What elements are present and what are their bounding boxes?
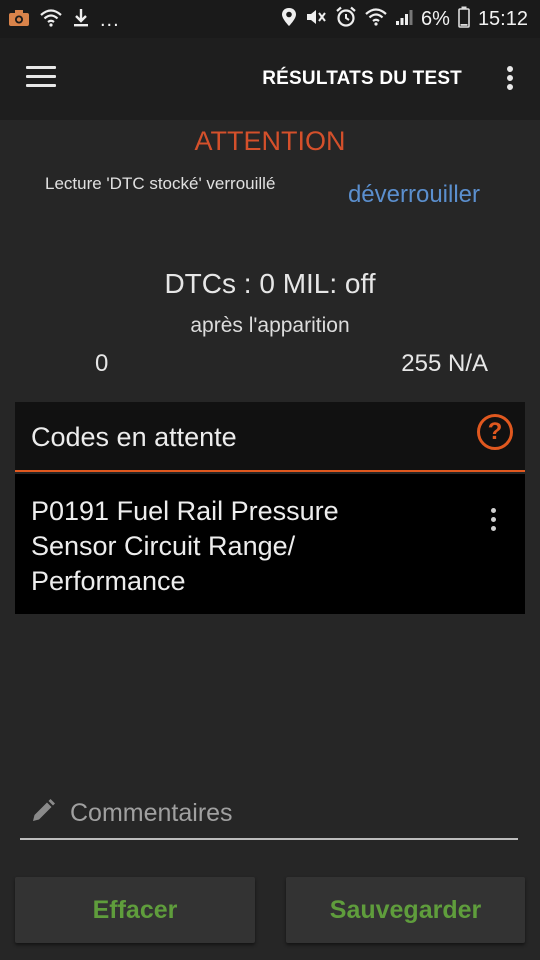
lock-message: Lecture 'DTC stocké' verrouillé <box>45 174 276 193</box>
wifi-icon <box>365 8 387 31</box>
battery-icon <box>458 6 470 33</box>
comment-field <box>20 792 518 840</box>
clock: 15:12 <box>477 8 528 30</box>
comment-input[interactable] <box>68 792 512 834</box>
unlock-link[interactable]: déverrouiller <box>348 181 480 209</box>
more-vertical-icon[interactable] <box>506 66 514 94</box>
list-item[interactable]: P0191 Fuel Rail Pressure Sensor Circuit … <box>15 474 525 614</box>
status-bar: ... 6% 15:12 <box>0 0 540 38</box>
alarm-icon <box>335 6 357 33</box>
signal-icon <box>395 8 413 31</box>
save-button[interactable]: Sauvegarder <box>286 877 525 943</box>
page-title: RÉSULTATS DU TEST <box>262 68 462 89</box>
clear-button[interactable]: Effacer <box>15 877 255 943</box>
dtc-code-description: P0191 Fuel Rail Pressure Sensor Circuit … <box>31 496 339 596</box>
more-notifications-indicator: ... <box>100 9 120 31</box>
status-left: ... <box>8 8 120 33</box>
pending-codes-header: Codes en attente ? <box>15 402 525 472</box>
attention-heading: ATTENTION <box>194 126 346 156</box>
help-icon[interactable]: ? <box>477 414 513 450</box>
mute-icon <box>305 7 327 32</box>
app-bar: RÉSULTATS DU TEST <box>0 38 540 120</box>
download-icon <box>72 8 90 33</box>
after-appearance-value-right: 255 N/A <box>401 350 488 377</box>
after-appearance-value-left: 0 <box>95 350 109 377</box>
camera-icon <box>8 9 30 32</box>
hamburger-menu-icon[interactable] <box>26 66 56 90</box>
more-vertical-icon[interactable] <box>491 508 497 535</box>
status-right: 6% 15:12 <box>281 6 528 33</box>
pending-codes-title: Codes en attente <box>31 422 237 452</box>
dtc-summary: DTCs : 0 MIL: off <box>164 268 376 299</box>
wifi-icon <box>40 9 62 32</box>
after-appearance-label: après l'apparition <box>190 314 350 337</box>
pencil-icon <box>30 798 56 829</box>
battery-percent: 6% <box>421 8 450 30</box>
location-icon <box>281 7 297 32</box>
